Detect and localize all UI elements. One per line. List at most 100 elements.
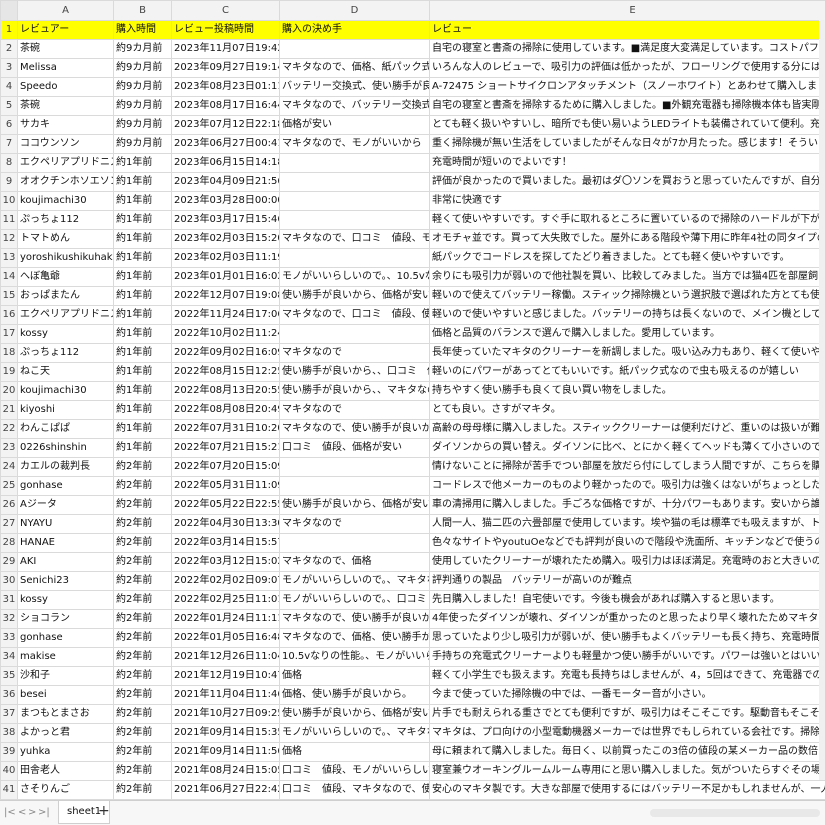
cell-review[interactable]: 紙パックでコードレスを探してたどり着きました。とても軽く使いやすいです。 (429, 248, 825, 268)
cell-review[interactable]: いろんな人のレビューで、吸引力の評価は低かったが、フローリングで使用する分には全… (429, 58, 825, 78)
cell-review[interactable]: 長年使っていたマキタのクリーナーを新調しました。吸い込み力もあり、軽くて使いやす… (429, 343, 825, 363)
cell-reviewer[interactable]: サカキ (17, 115, 114, 135)
cell-deciding-factor[interactable] (279, 476, 430, 496)
cell-reviewer[interactable]: koujimachi30 (17, 381, 114, 401)
cell-review[interactable]: 高齢の母母様に購入しました。スティッククリーナーは便利だけど、重いのは扱いが難。… (429, 419, 825, 439)
cell-reviewer[interactable]: AKI (17, 552, 114, 572)
cell-reviewer[interactable]: エクペリアプリドニス (17, 153, 114, 173)
cell-purchase-time[interactable]: 約2年前 (113, 571, 172, 591)
cell-reviewer[interactable]: 茶碗 (17, 39, 114, 59)
last-sheet-button[interactable]: >| (38, 807, 50, 818)
cell-deciding-factor[interactable]: 使い勝手が良いから、価格が安い (279, 704, 430, 724)
cell-purchase-time[interactable]: 約1年前 (113, 362, 172, 382)
cell-deciding-factor[interactable]: モノがいいらしいので。、口コミ 値段 (279, 590, 430, 610)
row-number[interactable]: 6 (0, 115, 18, 135)
cell-review[interactable]: 充電時間が短いのでよいです！ (429, 153, 825, 173)
cell-review[interactable]: 安心のマキタ製です。大きな部屋で使用するにはバッテリー不足かもしれませんが、一人… (429, 780, 825, 800)
cell-reviewer[interactable]: HANAE (17, 533, 114, 553)
cell-reviewer[interactable]: ぷっちょ112 (17, 343, 114, 363)
cell-purchase-time[interactable]: 約2年前 (113, 780, 172, 800)
cell-reviewer[interactable]: ぷっちょ112 (17, 210, 114, 230)
row-number[interactable]: 5 (0, 96, 18, 116)
cell-post-time[interactable]: 2023年07月12日22:18 (171, 115, 280, 135)
row-number[interactable]: 12 (0, 229, 18, 249)
cell-review[interactable]: 重く掃除機が無い生活をしていましたがそんな日々が7か月たった。感じます！そういう… (429, 134, 825, 154)
cell-deciding-factor[interactable] (279, 533, 430, 553)
cell-deciding-factor[interactable]: 価格が安い (279, 115, 430, 135)
cell-purchase-time[interactable]: 約9カ月前 (113, 77, 172, 97)
cell-post-time[interactable]: 2021年12月19日10:47 (171, 666, 280, 686)
cell-review[interactable]: 自宅の寝室と書斎の掃除に使用しています。■満足度大変満足しています。コストパフォ… (429, 39, 825, 59)
select-all-corner[interactable] (0, 0, 18, 21)
cell-deciding-factor[interactable]: 使い勝手が良いから、価格が安い (279, 495, 430, 515)
cell-purchase-time[interactable]: 約2年前 (113, 590, 172, 610)
cell-reviewer[interactable]: kossy (17, 590, 114, 610)
cell-post-time[interactable]: 2021年09月14日11:56 (171, 742, 280, 762)
cell-reviewer[interactable]: まつもとまさお (17, 704, 114, 724)
cell-deciding-factor[interactable]: マキタなので、使い勝手が良いから、紙パック (279, 419, 430, 439)
cell-purchase-time[interactable]: 約1年前 (113, 419, 172, 439)
row-number[interactable]: 29 (0, 552, 18, 572)
cell-post-time[interactable]: 2022年07月31日10:20 (171, 419, 280, 439)
row-number[interactable]: 33 (0, 628, 18, 648)
cell-reviewer[interactable]: エクペリアプリドニス (17, 305, 114, 325)
row-number[interactable]: 10 (0, 191, 18, 211)
cell-purchase-time[interactable]: 約1年前 (113, 400, 172, 420)
cell-post-time[interactable]: 2022年08月13日20:55 (171, 381, 280, 401)
cell-review[interactable]: 使用していたクリーナーが壊れたため購入。吸引力はほぼ満足。充電時のおと大きいのが… (429, 552, 825, 572)
cell-deciding-factor[interactable]: 口コミ 値段、モノがいいらしいので (279, 761, 430, 781)
cell-reviewer[interactable]: ねこ天 (17, 362, 114, 382)
cell-post-time[interactable]: 2023年03月28日00:00 (171, 191, 280, 211)
row-number[interactable]: 1 (0, 20, 18, 40)
row-number[interactable]: 16 (0, 305, 18, 325)
column-header-b[interactable]: B (113, 0, 172, 21)
cell-reviewer[interactable]: ショコラン (17, 609, 114, 629)
cell-purchase-time[interactable]: 約1年前 (113, 381, 172, 401)
cell-reviewer[interactable]: kossy (17, 324, 114, 344)
cell-reviewer[interactable]: カエルの裁判長 (17, 457, 114, 477)
header-cell-review[interactable]: レビュー (429, 20, 825, 40)
cell-review[interactable]: 持ちやすく使い勝手も良くて良い買い物をしました。 (429, 381, 825, 401)
cell-review[interactable]: 思っていたより少し吸引力が弱いが、使い勝手もよくバッテリーも長く持ち、充電時間が… (429, 628, 825, 648)
cell-deciding-factor[interactable]: 使い勝手が良いから、、マキタなので (279, 381, 430, 401)
cell-deciding-factor[interactable]: モノがいいらしいので。、10.5vなので (279, 267, 430, 287)
cell-post-time[interactable]: 2023年04月09日21:56 (171, 172, 280, 192)
first-sheet-button[interactable]: |< (4, 807, 16, 818)
cell-review[interactable]: 母に頼まれて購入しました。毎日く、以前買ったこの3倍の値段の某メーカー品の数倍い… (429, 742, 825, 762)
cell-post-time[interactable]: 2022年04月30日13:30 (171, 514, 280, 534)
cell-review[interactable]: 情けないことに掃除が苦手でつい部屋を放だら付にしてしまう人間ですが、こちらを購入… (429, 457, 825, 477)
cell-purchase-time[interactable]: 約1年前 (113, 305, 172, 325)
row-number[interactable]: 14 (0, 267, 18, 287)
cell-reviewer[interactable]: 沙和子 (17, 666, 114, 686)
row-number[interactable]: 38 (0, 723, 18, 743)
cell-review[interactable]: 評価が良かったので買いました。最初はダ〇ソンを買おうと思っていたんですが、自分の… (429, 172, 825, 192)
cell-purchase-time[interactable]: 約1年前 (113, 153, 172, 173)
cell-review[interactable]: 4年使ったダイソンが壊れ、ダイソンが重かったのと思ったより早く壊れたためマキタに… (429, 609, 825, 629)
cell-deciding-factor[interactable]: 価格、使い勝手が良いから。 (279, 685, 430, 705)
cell-purchase-time[interactable]: 約2年前 (113, 609, 172, 629)
cell-review[interactable]: 車の清掃用に購入しました。手ごろな価格ですが、十分パワーもあります。安いから誰に… (429, 495, 825, 515)
cell-reviewer[interactable]: yoroshikushikuhakku (17, 248, 114, 268)
row-number[interactable]: 22 (0, 419, 18, 439)
cell-reviewer[interactable]: gonhase (17, 628, 114, 648)
cell-review[interactable]: 軽いので使えてバッテリー稼働。スティック掃除機という選択肢で選ばれた方とても使い… (429, 286, 825, 306)
cell-purchase-time[interactable]: 約2年前 (113, 533, 172, 553)
cell-post-time[interactable]: 2022年08月15日12:25 (171, 362, 280, 382)
cell-post-time[interactable]: 2022年07月20日15:09 (171, 457, 280, 477)
cell-reviewer[interactable]: 茶碗 (17, 96, 114, 116)
cell-reviewer[interactable]: 0226shinshin (17, 438, 114, 458)
cell-review[interactable]: 寝室兼ウオーキングルームルーム専用にと思い購入しました。気がついたらすぐその場で… (429, 761, 825, 781)
cell-deciding-factor[interactable] (279, 153, 430, 173)
cell-deciding-factor[interactable]: マキタなので (279, 514, 430, 534)
cell-deciding-factor[interactable]: マキタなので、バッテリー交換式、紙パック (279, 96, 430, 116)
column-header-a[interactable]: A (17, 0, 114, 21)
cell-purchase-time[interactable]: 約1年前 (113, 248, 172, 268)
row-number[interactable]: 9 (0, 172, 18, 192)
cell-review[interactable]: とても良い。さすがマキタ。 (429, 400, 825, 420)
column-header-e[interactable]: E (429, 0, 825, 21)
cell-review[interactable]: 余りにも吸引力が弱いので他社製を買い、比較してみました。当方では猫4匹を部屋飼い… (429, 267, 825, 287)
cell-post-time[interactable]: 2023年06月27日00:41 (171, 134, 280, 154)
row-number[interactable]: 28 (0, 533, 18, 553)
row-number[interactable]: 26 (0, 495, 18, 515)
cell-purchase-time[interactable]: 約2年前 (113, 704, 172, 724)
